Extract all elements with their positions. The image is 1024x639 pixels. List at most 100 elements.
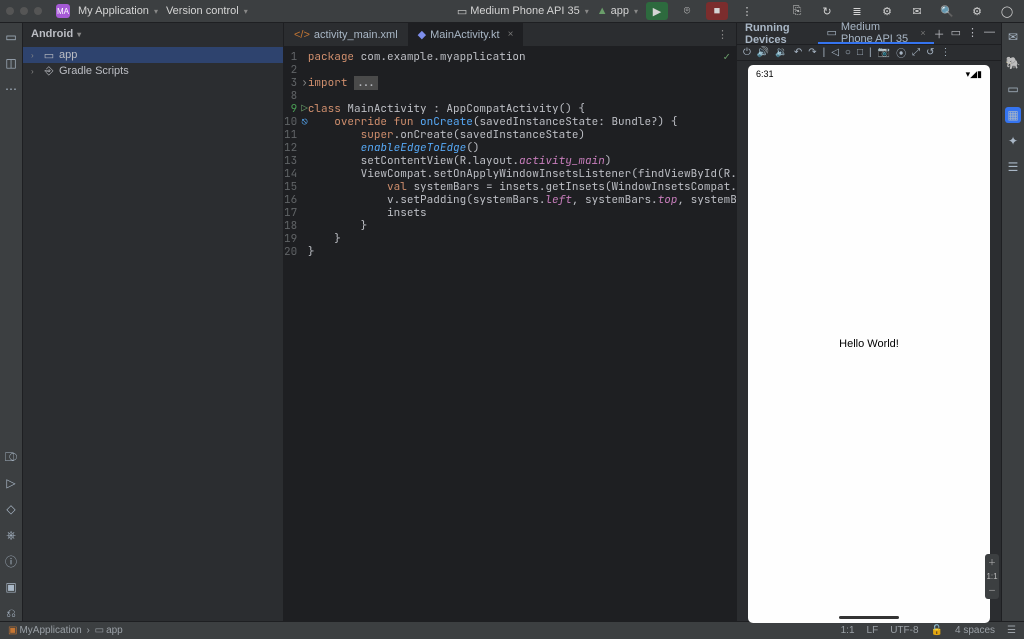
volume-up-button[interactable]: 🔊 bbox=[757, 47, 769, 58]
search-icon: 🔍 bbox=[940, 5, 954, 18]
debug-button[interactable]: ⌾ bbox=[676, 2, 698, 20]
analysis-ok-icon[interactable]: ✓ bbox=[723, 51, 730, 64]
zoom-in-button[interactable]: ＋ bbox=[988, 557, 996, 568]
right-tool-strip: ✉ 🐘 ▭ ▦ ✦ ☰ bbox=[1001, 23, 1024, 621]
build-variants-button[interactable]: ◇ bbox=[3, 501, 19, 517]
more-tool-button[interactable]: ⋯ bbox=[3, 81, 19, 97]
window-mode-button[interactable]: ▭ bbox=[951, 26, 961, 42]
more-actions-button[interactable]: ⋮ bbox=[736, 2, 758, 20]
kebab-icon: ⋮ bbox=[742, 5, 753, 18]
code-with-me-button[interactable]: ⎘ bbox=[786, 2, 808, 20]
minimize-window-icon[interactable] bbox=[20, 7, 28, 15]
panel-menu-button[interactable]: ⋮ bbox=[967, 26, 978, 42]
resize-button[interactable]: ⤢ bbox=[912, 47, 920, 58]
project-tree[interactable]: › ▭ app › ⎆ Gradle Scripts bbox=[23, 45, 283, 81]
emulator-screen[interactable]: 6:31 ▾◢▮ Hello World! bbox=[748, 65, 990, 623]
terminal-tool-button[interactable]: ▣ bbox=[3, 579, 19, 595]
notify-button[interactable]: ✉ bbox=[906, 2, 928, 20]
device-manager-button[interactable]: ▭ bbox=[1005, 81, 1021, 97]
structure-tool-button[interactable]: ⎄ bbox=[3, 449, 19, 465]
more-status-button[interactable]: ☰ bbox=[1007, 625, 1016, 636]
gesture-bar[interactable] bbox=[839, 616, 899, 619]
tree-label: Gradle Scripts bbox=[59, 65, 129, 77]
updates-button[interactable]: ↻ bbox=[816, 2, 838, 20]
source-code[interactable]: package com.example.myapplication import… bbox=[308, 47, 736, 621]
module-icon: ▣ bbox=[8, 625, 17, 636]
problems-tool-button[interactable]: ⓘ bbox=[3, 553, 19, 569]
home-button[interactable]: ○ bbox=[845, 47, 851, 58]
layout-validation-button[interactable]: ☰ bbox=[1005, 159, 1021, 175]
close-icon[interactable]: × bbox=[508, 29, 514, 40]
extended-controls-button[interactable]: ⋮ bbox=[940, 47, 950, 58]
vcs-dropdown[interactable]: Version control bbox=[166, 5, 248, 17]
running-devices-button[interactable]: ▦ bbox=[1005, 107, 1021, 123]
window-controls[interactable] bbox=[6, 7, 42, 15]
breadcrumb-leaf[interactable]: app bbox=[106, 625, 123, 636]
add-device-button[interactable]: ＋ bbox=[934, 26, 945, 42]
screenshot-button[interactable]: 📷 bbox=[878, 47, 890, 58]
gradle-tool-button[interactable]: 🐘 bbox=[1005, 55, 1021, 71]
project-view-selector[interactable]: Android bbox=[31, 28, 81, 40]
tab-activity-main-xml[interactable]: </> activity_main.xml bbox=[284, 23, 408, 46]
bookmarks-tool-button[interactable]: ▷ bbox=[3, 475, 19, 491]
zoom-controls[interactable]: ＋ 1:1 － bbox=[985, 554, 999, 599]
build-button[interactable]: ⚙ bbox=[876, 2, 898, 20]
running-devices-panel: Running Devices ▭ Medium Phone API 35 × … bbox=[736, 23, 1001, 621]
snapshot-button[interactable]: ↺ bbox=[926, 47, 934, 58]
tab-label: activity_main.xml bbox=[314, 29, 398, 41]
emulator-viewport[interactable]: 6:31 ▾◢▮ Hello World! ＋ 1:1 － bbox=[737, 61, 1001, 627]
stop-button[interactable]: ■ bbox=[706, 2, 728, 20]
rotate-left-button[interactable]: ↶ bbox=[794, 47, 802, 58]
rotate-right-button[interactable]: ↷ bbox=[808, 47, 816, 58]
zoom-window-icon[interactable] bbox=[34, 7, 42, 15]
search-button[interactable]: 🔍 bbox=[936, 2, 958, 20]
project-panel: Android › ▭ app › ⎆ Gradle Scripts bbox=[23, 23, 284, 621]
zoom-out-button[interactable]: － bbox=[988, 585, 996, 596]
version-control-tool-button[interactable]: ⎌ bbox=[3, 605, 19, 621]
services-tool-button[interactable]: ⎈ bbox=[3, 527, 19, 543]
close-icon[interactable]: × bbox=[920, 28, 925, 38]
code-editor[interactable]: ✓ 123891011121314151617181920 › ▷⎋ packa… bbox=[284, 47, 736, 621]
gemini-tool-button[interactable]: ✦ bbox=[1005, 133, 1021, 149]
emulator-toolbar: ⏻ 🔊 🔉 ↶ ↷ | ◁ ○ □ | 📷 ⦿ ⤢ ↺ ⋮ bbox=[737, 45, 1001, 61]
notifications-tool-button[interactable]: ✉ bbox=[1005, 29, 1021, 45]
volume-down-button[interactable]: 🔉 bbox=[775, 47, 787, 58]
minimize-panel-button[interactable]: — bbox=[984, 26, 995, 42]
breadcrumb[interactable]: ▣ MyApplication › ▭ app bbox=[8, 625, 123, 636]
device-selector[interactable]: ▭ Medium Phone API 35 bbox=[457, 5, 589, 18]
hello-world-text: Hello World! bbox=[839, 338, 899, 350]
running-devices-label[interactable]: Running Devices bbox=[737, 23, 818, 44]
run-config-label: app bbox=[611, 5, 629, 17]
tabs-actions-button[interactable]: ⋮ bbox=[717, 28, 736, 41]
project-dropdown[interactable]: My Application bbox=[78, 5, 158, 17]
project-tool-button[interactable]: ▭ bbox=[3, 29, 19, 45]
gutter-line-numbers: 123891011121314151617181920 bbox=[284, 47, 301, 621]
xml-icon: </> bbox=[294, 29, 310, 41]
resource-manager-button[interactable]: ◫ bbox=[3, 55, 19, 71]
refresh-icon: ↻ bbox=[822, 5, 831, 18]
bug-icon: ⌾ bbox=[684, 5, 691, 18]
back-button[interactable]: ◁ bbox=[831, 47, 839, 58]
record-button[interactable]: ⦿ bbox=[896, 45, 906, 60]
tab-mainactivity-kt[interactable]: ◆ MainActivity.kt × bbox=[408, 23, 524, 46]
lists-button[interactable]: ≣ bbox=[846, 2, 868, 20]
breadcrumb-root[interactable]: MyApplication bbox=[19, 625, 81, 636]
account-button[interactable]: ◯ bbox=[996, 2, 1018, 20]
module-icon: ▭ bbox=[43, 49, 55, 61]
project-panel-header[interactable]: Android bbox=[23, 23, 283, 45]
run-button[interactable]: ▶ bbox=[646, 2, 668, 20]
run-config-selector[interactable]: ▲ app bbox=[597, 5, 638, 17]
close-window-icon[interactable] bbox=[6, 7, 14, 15]
chevron-right-icon: › bbox=[31, 67, 39, 76]
device-tab[interactable]: ▭ Medium Phone API 35 × bbox=[818, 23, 933, 44]
tree-item-gradle[interactable]: › ⎆ Gradle Scripts bbox=[23, 63, 283, 79]
tree-label: app bbox=[59, 49, 77, 61]
overview-button[interactable]: □ bbox=[857, 47, 863, 58]
power-button[interactable]: ⏻ bbox=[743, 47, 751, 58]
tree-item-app[interactable]: › ▭ app bbox=[23, 47, 283, 63]
code-with-me-icon: ⎘ bbox=[793, 5, 802, 18]
settings-button[interactable]: ⚙ bbox=[966, 2, 988, 20]
list-icon: ≣ bbox=[852, 5, 861, 18]
android-icon: ▲ bbox=[597, 5, 608, 17]
gradle-icon: ⎆ bbox=[43, 65, 55, 77]
